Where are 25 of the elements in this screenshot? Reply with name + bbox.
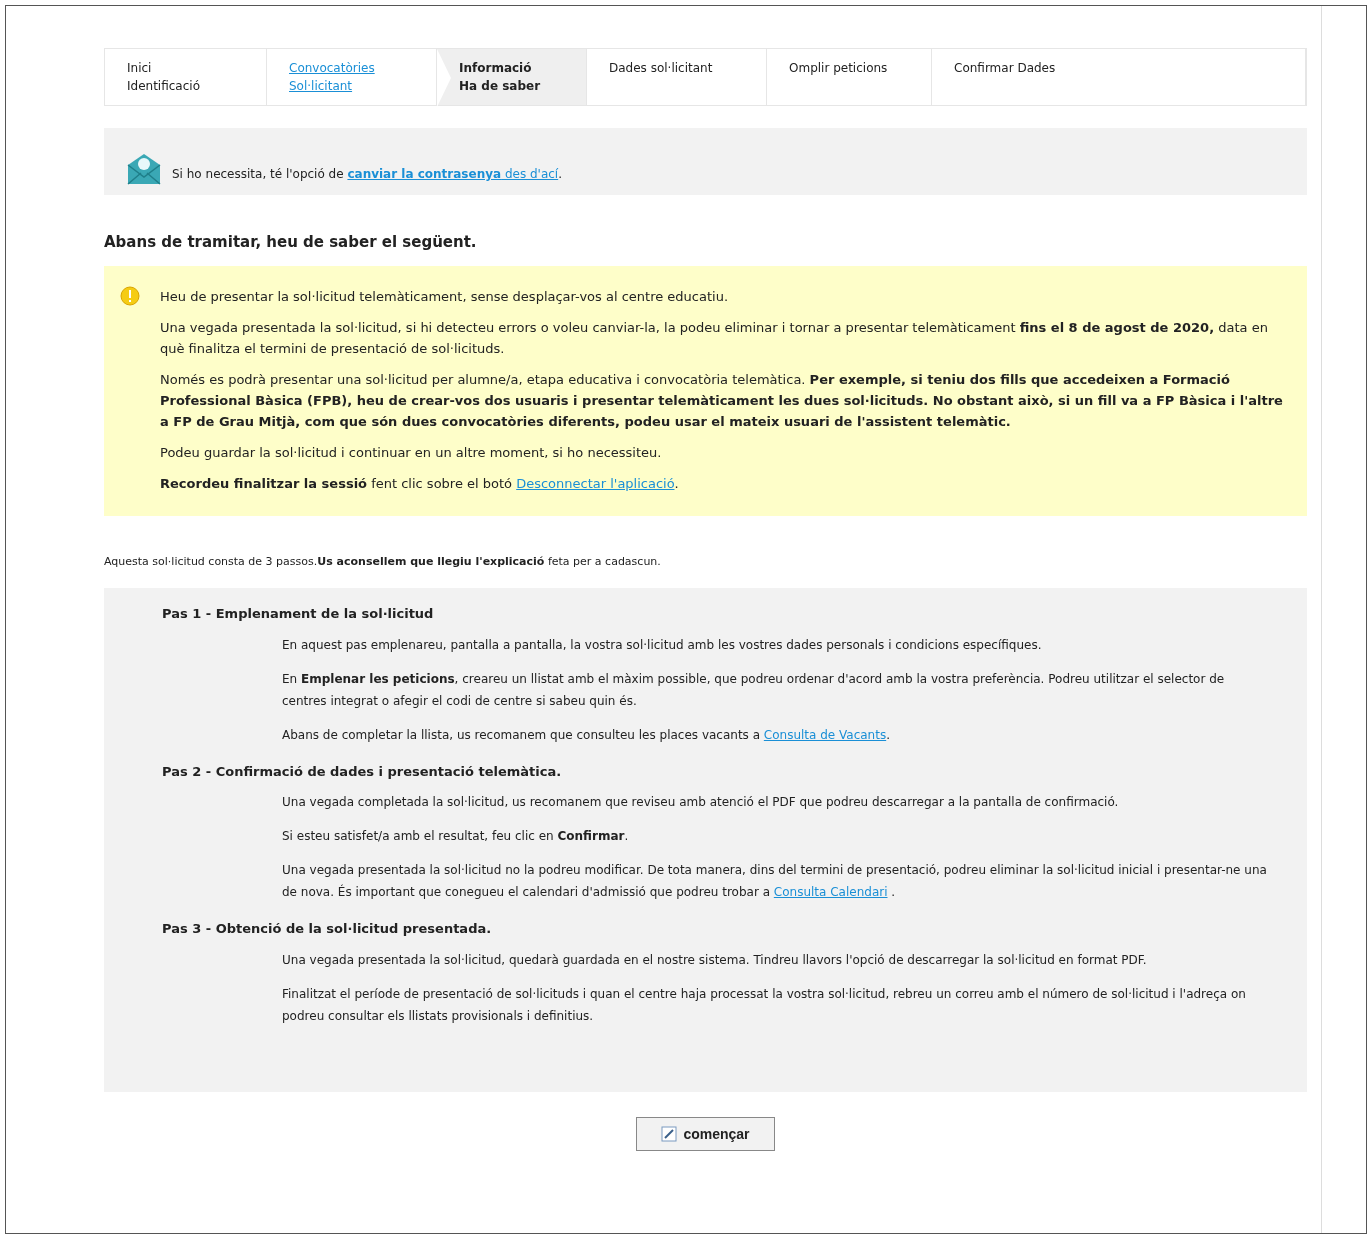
warning-paragraph: Heu de presentar la sol·licitud telemàticament, sense desplaçar-vos al centre educatiu. [160,287,730,306]
envelope-icon [126,153,162,185]
step-paragraph: Una vegada presentada la sol·licitud, quedarà guardada en el nostre sistema. Tindreu llavors l'opció de descarregar la sol·licitud en format PDF. [282,951,1148,969]
intro-text: Aquesta sol·licitud consta de 3 passos.Us aconsellem que llegiu l'explicació feta per a cadascun. [104,553,662,570]
step-paragraph: Finalitzat el període de presentació de sol·licituds i quan el centre haja processat la vostra sol·licitud, rebreu un correu amb el número de sol·licitud i l'adreça on podreu consultar els llistats provisionals i definitius. [282,985,1247,1025]
notice-text: Si ho necessita, té l'opció de canviar la contrasenya des d'ací. [172,166,562,183]
warning-paragraph: Podeu guardar la sol·licitud i continuar en un altre moment, si ho necessiteu. [160,443,663,462]
step-paragraph: Si esteu satisfet/a amb el resultat, feu clic en Confirmar. [282,828,630,845]
step-paragraph: Una vegada presentada la sol·licitud no la podreu modificar. De tota manera, dins del termini de presentació, podreu eliminar la sol·licitud inicial i presentar-ne una de nova. És important que conegueu el calendari d'admissió que podreu trobar a Consulta Calendari . [282,862,1267,901]
section-heading: Abans de tramitar, heu de saber el següent. [104,232,478,253]
warning-paragraph: Recordeu finalitzar la sessió fent clic sobre el botó Desconnectar l'aplicació. [160,474,680,493]
step-title: Pas 2 - Confirmació de dades i presentació telemàtica. [162,762,563,781]
step-title: Pas 3 - Obtenció de la sol·licitud presentada. [162,920,493,938]
step-title: Pas 1 - Emplenament de la sol·licitud [162,605,435,623]
warning-icon [120,285,140,306]
start-button[interactable]: començar [636,1117,775,1151]
step-paragraph: En aquest pas emplenareu, pantalla a pantalla, la vostra sol·licitud amb les vostres dades personals i condicions específiques. [282,636,1043,654]
link[interactable]: Desconnectar l'aplicació [516,475,675,491]
warning-paragraph: Una vegada presentada la sol·licitud, si hi detecteu errors o voleu canviar-la, la podeu eliminar i tornar a presentar telemàticament fins el 8 de agost de 2020, data en què finalitza el termini de presentació de sol·licituds. [160,318,1269,358]
step-paragraph: En Emplenar les peticions, creareu un llistat amb el màxim possible, que podreu ordenar d'acord amb la vostra preferència. Podreu utilitzar el selector de centres integrat o afegir el codi de centre si sabeu quin és. [282,670,1226,710]
step-paragraph: Abans de completar la llista, us recomanem que consulteu les places vacants a Consulta de Vacants. [282,726,891,744]
pencil-icon [661,1126,678,1142]
step-tab[interactable]: Informació Ha de saber [437,49,587,105]
step-paragraph: Una vegada completada la sol·licitud, us recomanem que reviseu amb atenció el PDF que podreu descarregar a la pantalla de confirmació. [282,794,1120,811]
warning-paragraph: Només es podrà presentar una sol·licitud per alumne/a, etapa educativa i convocatòria telemàtica. Per exemple, si teniu dos fills que accedeixen a Formació Professional Bàsica (FPB), heu de crear-vos dos usuaris i presentar telemàticament les dues sol·licituds. No obstant això, si un fill va a FP Bàsica i l'altre a FP de Grau Mitjà, com que són dues convocatòries diferents, podeu usar el mateix usuari de l'assistent telemàtic. [160,370,1284,431]
